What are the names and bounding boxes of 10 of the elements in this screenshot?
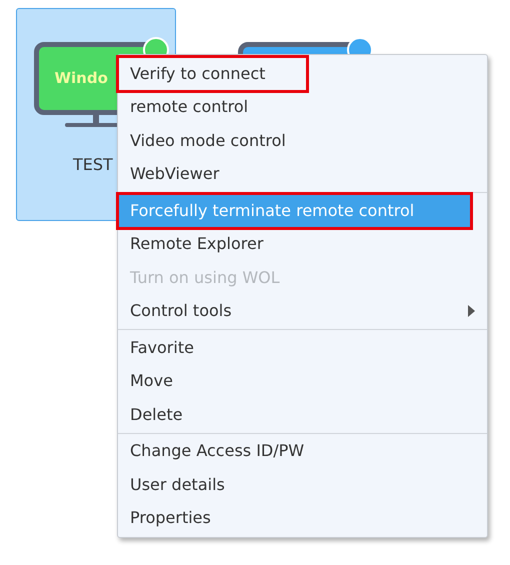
menu-item[interactable]: Remote Explorer — [118, 228, 487, 261]
menu-item[interactable]: Change Access ID/PW — [118, 434, 487, 468]
screen-label: Windo — [54, 68, 108, 90]
menu-item[interactable]: User details — [118, 468, 487, 502]
menu-item[interactable]: Delete — [118, 398, 487, 432]
menu-item[interactable]: Properties — [118, 502, 487, 535]
menu-item[interactable]: Move — [118, 364, 487, 398]
menu-item[interactable]: Favorite — [118, 331, 487, 364]
menu-item[interactable]: Control tools — [118, 294, 487, 328]
device-name: TEST — [73, 154, 113, 176]
